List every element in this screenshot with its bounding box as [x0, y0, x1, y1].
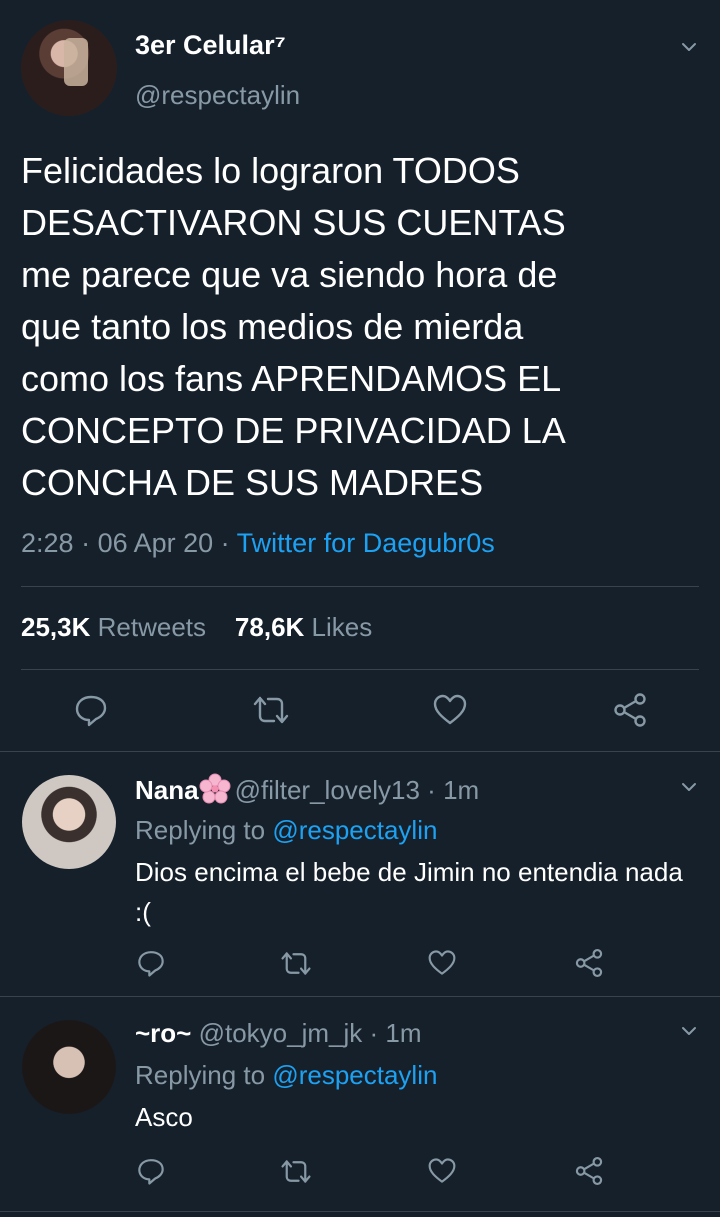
cherry-blossom-icon: [199, 773, 231, 804]
replying-mention-link[interactable]: @respectaylin: [272, 1060, 437, 1090]
replying-prefix: Replying to: [135, 1060, 266, 1090]
retweets-stat[interactable]: 25,3K Retweets: [21, 612, 206, 642]
retweets-label: Retweets: [97, 612, 207, 642]
meta-separator: ·: [362, 1018, 386, 1048]
reply-author-name[interactable]: ~ro~: [135, 1018, 191, 1048]
divider: [0, 1211, 720, 1212]
retweet-icon[interactable]: [280, 1158, 312, 1185]
share-icon[interactable]: [574, 948, 604, 978]
reply-text: Asco: [135, 1102, 193, 1132]
meta-separator: ·: [73, 528, 98, 558]
heart-icon[interactable]: [427, 949, 457, 977]
replying-to: Replying to @respectaylin: [135, 1060, 437, 1091]
replying-mention-link[interactable]: @respectaylin: [272, 815, 437, 845]
reply-header: ~ro~ @tokyo_jm_jk · 1m: [135, 1018, 422, 1049]
likes-stat[interactable]: 78,6K Likes: [235, 612, 372, 642]
retweet-icon[interactable]: [280, 950, 312, 977]
reply-icon[interactable]: [136, 948, 166, 978]
reply-time: 1m: [385, 1018, 422, 1048]
divider: [21, 586, 699, 587]
replying-prefix: Replying to: [135, 815, 266, 845]
heart-icon[interactable]: [427, 1157, 457, 1185]
reply-icon[interactable]: [136, 1156, 166, 1186]
reply-author-name[interactable]: Nana: [135, 775, 199, 805]
divider: [21, 669, 699, 670]
chevron-down-icon[interactable]: [681, 39, 697, 55]
reply-text: Dios encima el bebe de Jimin no entendia…: [135, 857, 683, 927]
likes-label: Likes: [311, 612, 373, 642]
tweet-text: Felicidades lo lograron TODOS DESACTIVAR…: [21, 150, 566, 503]
author-avatar[interactable]: [21, 20, 117, 116]
replying-to: Replying to @respectaylin: [135, 815, 437, 846]
reply-author-handle[interactable]: @filter_lovely13: [235, 775, 420, 805]
reply-time: 1m: [443, 775, 480, 805]
divider: [0, 996, 720, 997]
author-display-name[interactable]: 3er Celular⁷: [135, 30, 286, 61]
meta-separator: ·: [213, 528, 237, 558]
chevron-down-icon[interactable]: [681, 1023, 697, 1039]
meta-separator: ·: [419, 775, 444, 805]
tweet-source-link[interactable]: Twitter for Daegubr0s: [237, 528, 495, 558]
divider: [0, 751, 720, 752]
tweet-time: 2:28: [21, 528, 74, 558]
heart-icon[interactable]: [432, 693, 468, 727]
reply-icon[interactable]: [73, 692, 109, 728]
tweet-date: 06 Apr 20: [97, 528, 214, 558]
reply-avatar[interactable]: [22, 1020, 116, 1114]
reply-author-handle[interactable]: @tokyo_jm_jk: [199, 1018, 363, 1048]
chevron-down-icon[interactable]: [681, 779, 697, 795]
share-icon[interactable]: [612, 692, 648, 728]
reply-header: Nana @filter_lovely13 · 1m: [135, 773, 479, 806]
retweets-count: 25,3K: [21, 612, 91, 642]
author-handle[interactable]: @respectaylin: [135, 80, 300, 111]
tweet-metadata: 2:28 · 06 Apr 20 · Twitter for Daegubr0s: [21, 528, 495, 559]
likes-count: 78,6K: [234, 612, 305, 642]
share-icon[interactable]: [574, 1156, 604, 1186]
retweet-icon[interactable]: [252, 694, 290, 726]
tweet-stats: 25,3K Retweets 78,6K Likes: [21, 612, 372, 643]
reply-avatar[interactable]: [22, 775, 116, 869]
